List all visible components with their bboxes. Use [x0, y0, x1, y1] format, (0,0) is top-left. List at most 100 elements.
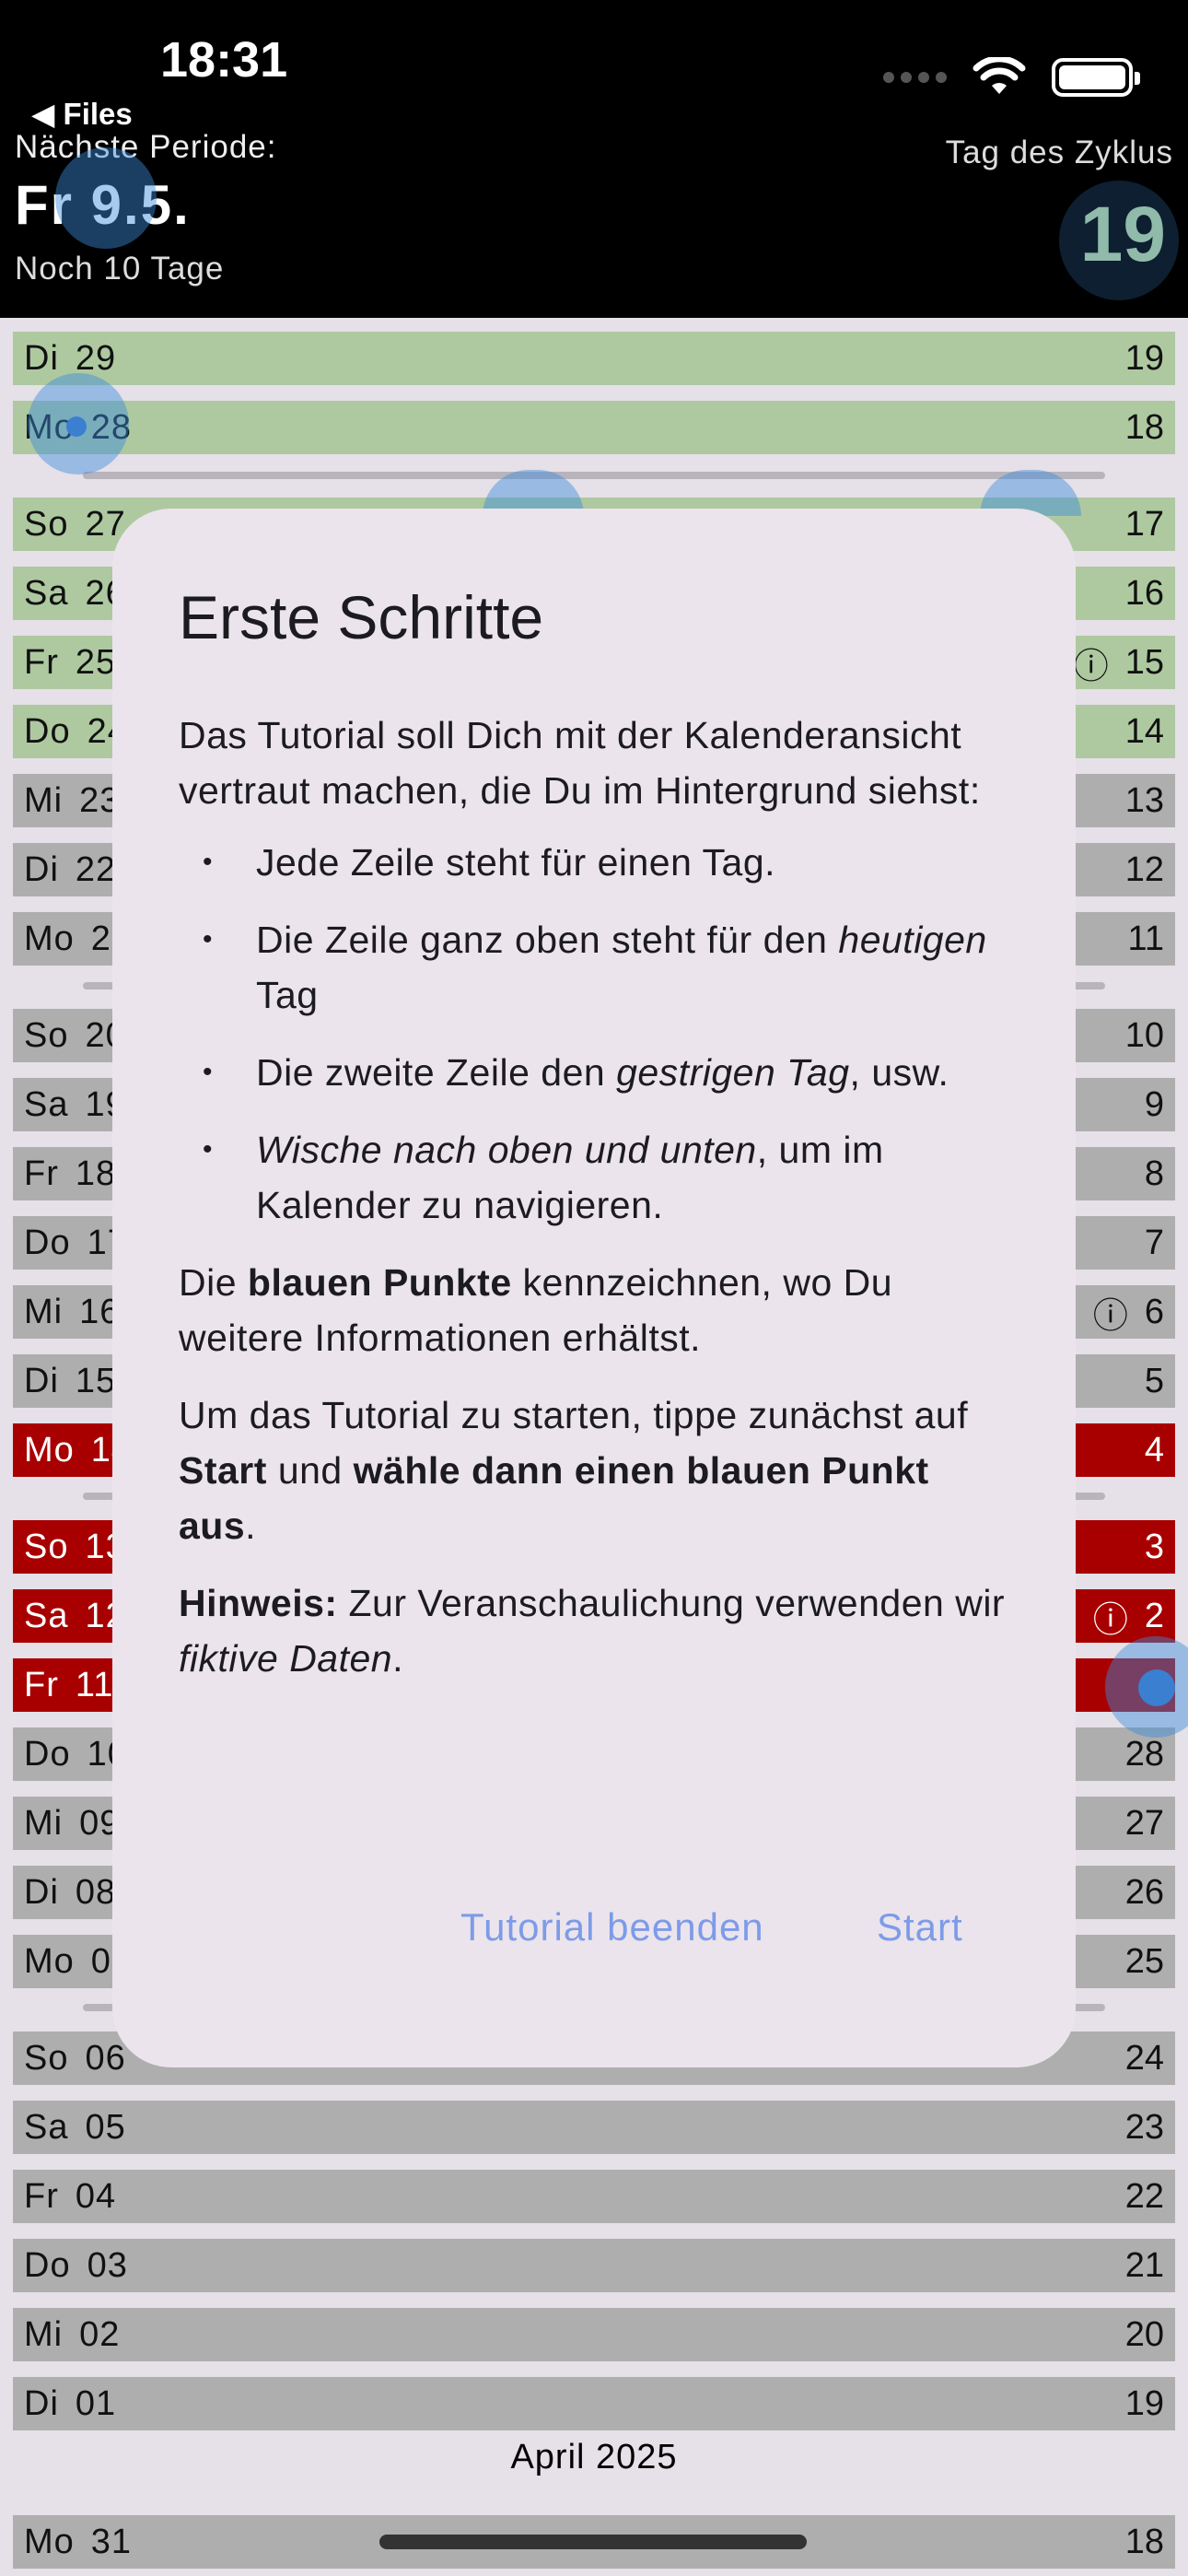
cycle-day-number: 3 [1144, 1527, 1164, 1566]
cycle-day-number: 5 [1144, 1361, 1164, 1400]
weekday-label: So [24, 1015, 69, 1055]
weekday-label: Do [24, 2245, 71, 2285]
cycle-day-number: 8 [1144, 1153, 1164, 1193]
battery-icon [1052, 58, 1140, 97]
day-number: 22 [75, 849, 117, 889]
calendar-row[interactable]: Sa 05 23 [13, 2101, 1175, 2154]
cycle-day-number: 20 [1124, 2314, 1164, 2354]
info-circle-icon[interactable]: ⓘ [1093, 1287, 1128, 1338]
cycle-day-number: 16 [1124, 573, 1164, 613]
day-number: 08 [75, 1872, 117, 1912]
weekday-label: Di [24, 2383, 59, 2423]
status-time: 18:31 [160, 32, 288, 88]
cycle-day-number: 2 [1144, 1596, 1164, 1635]
cycle-day-number: 7 [1144, 1223, 1164, 1262]
list-item: Die Zeile ganz oben steht für den heutig… [179, 912, 1017, 1023]
wifi-icon [973, 57, 1026, 94]
day-number: 06 [85, 2038, 126, 2078]
list-item: Jede Zeile steht für einen Tag. [179, 835, 1017, 890]
weekday-label: Mi [24, 1292, 64, 1331]
calendar-row[interactable]: Di 29 19 [13, 332, 1175, 385]
day-number: 04 [75, 2176, 117, 2216]
info-circle-icon[interactable]: ⓘ [1093, 1591, 1128, 1642]
weekday-label: Mo [24, 2522, 75, 2561]
month-label: April 2025 [510, 2438, 678, 2476]
dialog-paragraph: Um das Tutorial zu starten, tippe zunäch… [179, 1394, 969, 1547]
weekday-label: Do [24, 1223, 71, 1262]
weekday-label: Mi [24, 780, 64, 820]
cycle-day-number: 10 [1124, 1015, 1164, 1055]
tutorial-dialog: Erste Schritte Das Tutorial soll Dich mi… [112, 509, 1076, 2067]
weekday-label: Mo [24, 919, 75, 958]
home-indicator[interactable] [379, 2535, 807, 2549]
tutorial-dot[interactable] [1059, 181, 1179, 300]
dialog-intro: Das Tutorial soll Dich mit der Kalendera… [179, 714, 981, 812]
cycle-day-number: 27 [1124, 1803, 1164, 1843]
cycle-day-number: 17 [1124, 504, 1164, 544]
weekday-label: Di [24, 849, 59, 889]
cycle-day-number: 18 [1124, 2522, 1164, 2561]
cycle-day-label: Tag des Zyklus [945, 135, 1173, 170]
cycle-day-number: 4 [1144, 1430, 1164, 1469]
weekday-label: Mi [24, 1803, 64, 1843]
end-tutorial-button[interactable]: Tutorial beenden [460, 1905, 764, 1950]
weekday-label: Fr [24, 1665, 59, 1704]
dialog-note: Hinweis: Zur Veranschaulichung verwenden… [179, 1582, 1006, 1680]
next-period-label: Nächste Periode: [15, 129, 277, 165]
weekday-label: Fr [24, 642, 59, 682]
start-button[interactable]: Start [877, 1905, 963, 1950]
info-circle-icon[interactable]: ⓘ [1074, 638, 1109, 688]
calendar-row[interactable]: Mi 02 20 [13, 2308, 1175, 2361]
weekday-label: Do [24, 1734, 71, 1774]
weekday-label: Di [24, 1872, 59, 1912]
cycle-day-number: 12 [1124, 849, 1164, 889]
day-number: 05 [85, 2107, 126, 2147]
dialog-paragraph: Die blauen Punkte kennzeichnen, wo Du we… [179, 1261, 893, 1359]
tutorial-dot[interactable] [55, 147, 157, 249]
weekday-label: Sa [24, 2107, 69, 2147]
cycle-day-number: 19 [1124, 2383, 1164, 2423]
list-item: Die zweite Zeile den gestrigen Tag, usw. [179, 1045, 1017, 1100]
cycle-day-number: 23 [1124, 2107, 1164, 2147]
list-item: Wische nach oben und unten, um im Kalend… [179, 1122, 1017, 1233]
cycle-day-number: 14 [1124, 711, 1164, 751]
weekday-label: So [24, 2038, 69, 2078]
day-number: 02 [79, 2314, 121, 2354]
weekday-label: Sa [24, 1596, 69, 1635]
tutorial-dot[interactable] [1138, 1669, 1175, 1706]
days-remaining: Noch 10 Tage [15, 251, 225, 287]
status-icons [883, 57, 1140, 98]
cycle-day-number: 13 [1124, 780, 1164, 820]
calendar-row[interactable]: Mo 28 18 [13, 401, 1175, 454]
dialog-body: Das Tutorial soll Dich mit der Kalendera… [179, 708, 1017, 1708]
cycle-day-number: 26 [1124, 1872, 1164, 1912]
day-number: 11 [75, 1665, 114, 1704]
signal-icon [883, 72, 947, 83]
calendar-row[interactable]: Fr 04 22 [13, 2170, 1175, 2223]
header: 18:31 ◀ Files Nächste Periode: Fr 9.5. N… [0, 0, 1188, 318]
weekday-label: Mo [24, 1941, 75, 1981]
weekday-label: Mi [24, 2314, 64, 2354]
weekday-label: So [24, 1527, 69, 1566]
calendar-row[interactable]: Di 01 19 [13, 2377, 1175, 2430]
weekday-label: Di [24, 1361, 59, 1400]
day-number: 03 [87, 2245, 128, 2285]
cycle-day-number: 22 [1124, 2176, 1164, 2216]
calendar-row[interactable]: Do 03 21 [13, 2239, 1175, 2292]
weekday-label: Sa [24, 573, 69, 613]
day-number: 15 [75, 1361, 117, 1400]
weekday-label: Fr [24, 2176, 59, 2216]
back-to-files-link[interactable]: ◀ Files [31, 96, 133, 132]
cycle-day-number: 6 [1144, 1292, 1164, 1331]
tutorial-dot[interactable] [66, 416, 87, 437]
day-number: 18 [75, 1153, 117, 1193]
tutorial-bullets: Jede Zeile steht für einen Tag. Die Zeil… [179, 835, 1017, 1233]
week-separator [83, 472, 1105, 479]
day-number: 29 [75, 338, 117, 378]
cycle-day-number: 21 [1124, 2245, 1164, 2285]
cycle-day-number: 11 [1127, 919, 1164, 958]
cycle-day-number: 9 [1144, 1084, 1164, 1124]
day-number: 31 [90, 2522, 133, 2561]
cycle-day-number: 25 [1124, 1941, 1164, 1981]
cycle-day-number: 15 [1124, 642, 1164, 682]
